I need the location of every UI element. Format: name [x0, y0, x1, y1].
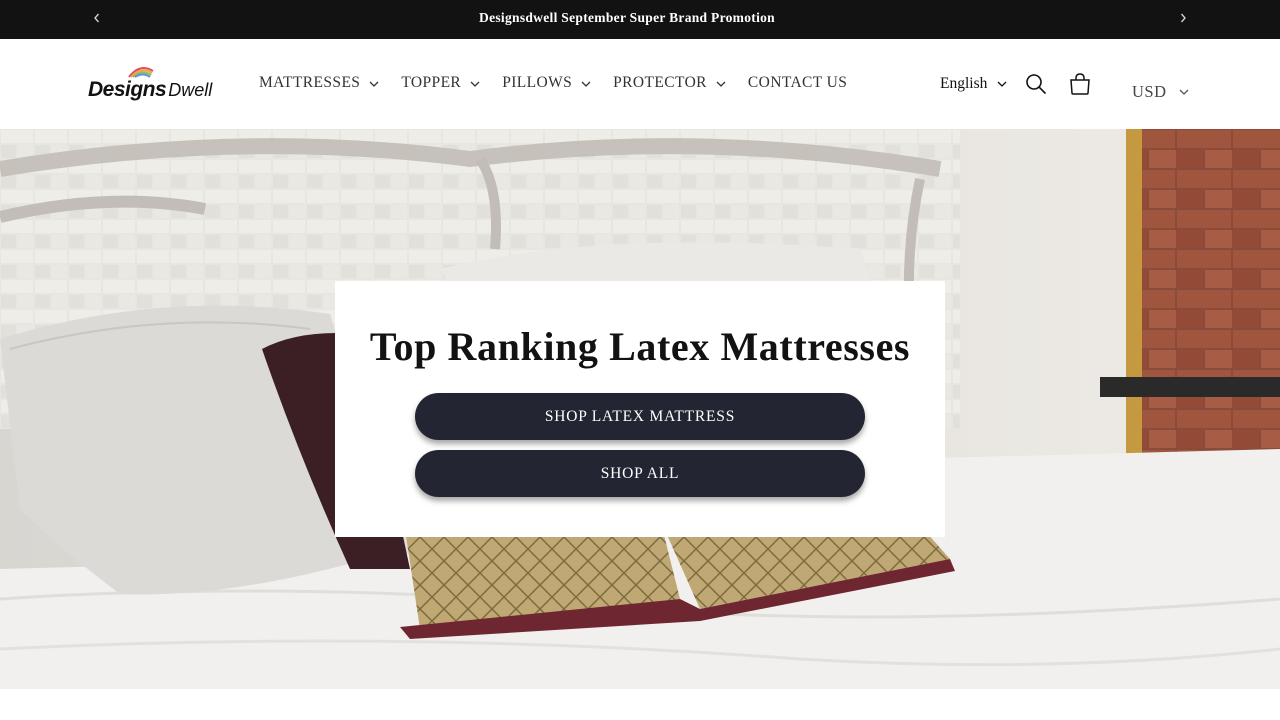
nav-item-label: TOPPER [401, 74, 462, 91]
language-selector[interactable]: English [940, 75, 1007, 93]
chevron-down-icon [369, 81, 379, 87]
site-logo[interactable]: Designs Dwell [88, 64, 228, 106]
language-label: English [940, 75, 988, 92]
cart-icon[interactable] [1069, 72, 1091, 96]
hero-content-box: Top Ranking Latex Mattresses SHOP LATEX … [335, 281, 945, 537]
hero-title: Top Ranking Latex Mattresses [369, 324, 911, 369]
hero-banner: Top Ranking Latex Mattresses SHOP LATEX … [0, 129, 1280, 689]
announcement-text[interactable]: Designsdwell September Super Brand Promo… [0, 0, 1280, 39]
logo-sub-text: Dwell [168, 80, 213, 100]
chevron-down-icon [716, 81, 726, 87]
nav-item-label: MATTRESSES [259, 74, 361, 91]
announcement-bar: Designsdwell September Super Brand Promo… [0, 0, 1280, 39]
logo-wordmark: Designs Dwell [88, 78, 212, 102]
site-header: Designs Dwell MATTRESSES TOPPER PILLOWS P… [0, 39, 1280, 129]
announcement-next-button[interactable] [1173, 8, 1193, 28]
nav-item-topper[interactable]: TOPPER [401, 74, 480, 92]
rainbow-logo-icon [128, 67, 154, 78]
chevron-down-icon [1179, 89, 1188, 95]
chevron-down-icon [997, 81, 1007, 87]
nav-item-mattresses[interactable]: MATTRESSES [259, 74, 379, 92]
nav-item-contact-us[interactable]: CONTACT US [748, 74, 847, 92]
nav-item-protector[interactable]: PROTECTOR [613, 74, 726, 92]
chevron-right-icon [1180, 13, 1186, 23]
chevron-down-icon [470, 81, 480, 87]
chevron-down-icon [581, 81, 591, 87]
main-nav: MATTRESSES TOPPER PILLOWS PROTECTOR CONT… [259, 74, 869, 92]
search-icon[interactable] [1025, 73, 1047, 95]
shop-latex-mattress-button[interactable]: SHOP LATEX MATTRESS [415, 393, 865, 440]
logo-main-text: Designs [88, 78, 167, 101]
nav-item-label: PROTECTOR [613, 74, 707, 91]
currency-label: USD [1132, 82, 1167, 101]
nav-item-label: CONTACT US [747, 74, 848, 91]
nav-item-label: PILLOWS [502, 74, 573, 91]
currency-selector[interactable]: USD [1132, 82, 1189, 102]
shop-all-button[interactable]: SHOP ALL [415, 450, 865, 497]
nav-item-pillows[interactable]: PILLOWS [502, 74, 591, 92]
